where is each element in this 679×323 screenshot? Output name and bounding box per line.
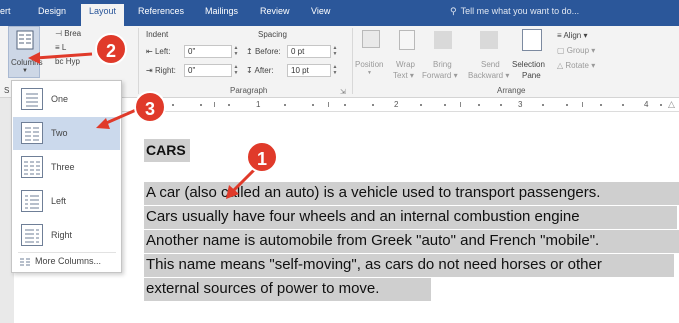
- badge-1-arrow: [230, 166, 258, 194]
- step-badge-3: 3: [134, 91, 166, 123]
- step-badge-2: 2: [95, 33, 127, 65]
- badge-2-arrowhead: [28, 52, 40, 64]
- badge-2-arrow: [35, 52, 93, 60]
- badge-3-arrowhead: [96, 118, 110, 129]
- step-badge-1: 1: [246, 141, 278, 173]
- badge-3-arrow: [103, 108, 137, 126]
